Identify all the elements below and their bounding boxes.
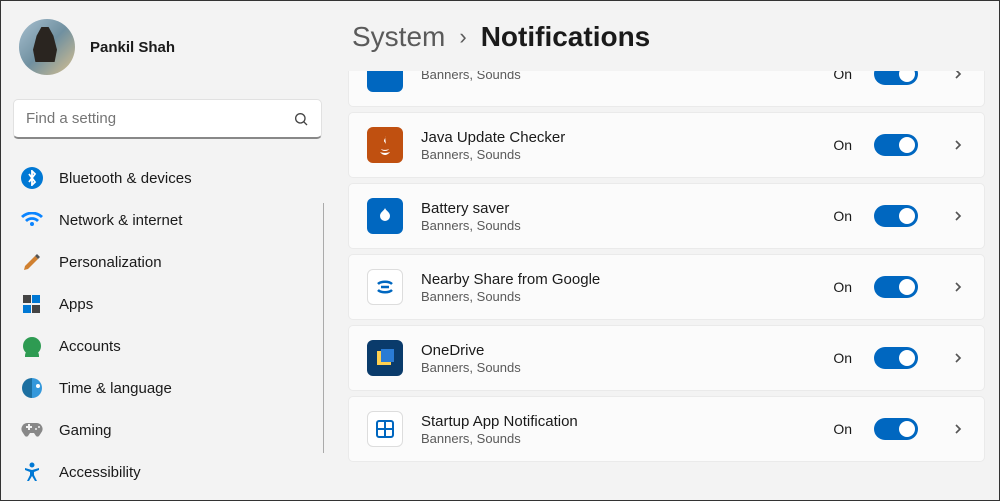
main-content: System › Notifications Banners, Sounds O… — [334, 1, 999, 500]
sidebar-item-label: Apps — [59, 296, 93, 313]
app-subtitle: Banners, Sounds — [421, 218, 815, 233]
chevron-right-icon — [950, 350, 966, 366]
sidebar-item-accessibility[interactable]: Accessibility — [7, 451, 328, 493]
app-title: Nearby Share from Google — [421, 271, 815, 288]
app-title: Battery saver — [421, 200, 815, 217]
globe-clock-icon — [21, 377, 43, 399]
wifi-icon — [21, 209, 43, 231]
toggle-status: On — [833, 350, 852, 366]
sidebar-item-bluetooth-devices[interactable]: Bluetooth & devices — [7, 157, 328, 199]
toggle-status: On — [833, 279, 852, 295]
scrollbar[interactable] — [323, 203, 324, 453]
brush-icon — [21, 251, 43, 273]
app-row[interactable]: Battery saver Banners, Sounds On — [348, 183, 985, 249]
chevron-right-icon — [950, 71, 966, 82]
app-row[interactable]: Banners, Sounds On — [348, 71, 985, 107]
sidebar-item-accounts[interactable]: Accounts — [7, 325, 328, 367]
startup-app-icon — [367, 411, 403, 447]
search-box[interactable] — [13, 99, 322, 139]
chevron-right-icon — [950, 421, 966, 437]
apps-icon — [21, 293, 43, 315]
person-icon — [21, 335, 43, 357]
breadcrumb-parent[interactable]: System — [352, 21, 445, 53]
onedrive-icon — [367, 340, 403, 376]
app-row[interactable]: Startup App Notification Banners, Sounds… — [348, 396, 985, 462]
sidebar-item-label: Personalization — [59, 254, 162, 271]
app-row[interactable]: Nearby Share from Google Banners, Sounds… — [348, 254, 985, 320]
toggle-switch[interactable] — [874, 205, 918, 227]
notifications-list: Banners, Sounds On Java Update Checker B… — [348, 71, 985, 500]
chevron-right-icon: › — [459, 24, 466, 50]
toggle-switch[interactable] — [874, 347, 918, 369]
gamepad-icon — [21, 419, 43, 441]
sidebar-item-personalization[interactable]: Personalization — [7, 241, 328, 283]
sidebar-item-time-language[interactable]: Time & language — [7, 367, 328, 409]
chevron-right-icon — [950, 279, 966, 295]
avatar — [19, 19, 75, 75]
app-title: Startup App Notification — [421, 413, 815, 430]
java-icon — [367, 127, 403, 163]
accessibility-icon — [21, 461, 43, 483]
search-input[interactable] — [26, 110, 293, 127]
sidebar-item-network-internet[interactable]: Network & internet — [7, 199, 328, 241]
breadcrumb: System › Notifications — [348, 21, 985, 53]
battery-saver-icon — [367, 198, 403, 234]
profile[interactable]: Pankil Shah — [1, 11, 334, 93]
breadcrumb-current: Notifications — [481, 21, 651, 53]
sidebar-item-label: Accounts — [59, 338, 121, 355]
nearby-share-icon — [367, 269, 403, 305]
sidebar-item-label: Time & language — [59, 380, 172, 397]
sidebar: Pankil Shah Bluetooth & devices Network … — [1, 1, 334, 500]
sidebar-item-label: Gaming — [59, 422, 112, 439]
sidebar-item-gaming[interactable]: Gaming — [7, 409, 328, 451]
app-subtitle: Banners, Sounds — [421, 360, 815, 375]
app-row[interactable]: OneDrive Banners, Sounds On — [348, 325, 985, 391]
sidebar-item-label: Bluetooth & devices — [59, 170, 192, 187]
username: Pankil Shah — [90, 39, 175, 56]
search-icon — [293, 111, 309, 127]
sidebar-item-label: Network & internet — [59, 212, 182, 229]
sidebar-item-apps[interactable]: Apps — [7, 283, 328, 325]
chevron-right-icon — [950, 137, 966, 153]
app-title: Java Update Checker — [421, 129, 815, 146]
chevron-right-icon — [950, 208, 966, 224]
app-icon — [367, 71, 403, 92]
toggle-switch[interactable] — [874, 71, 918, 85]
toggle-status: On — [833, 71, 852, 82]
toggle-status: On — [833, 421, 852, 437]
app-subtitle: Banners, Sounds — [421, 147, 815, 162]
app-row[interactable]: Java Update Checker Banners, Sounds On — [348, 112, 985, 178]
toggle-switch[interactable] — [874, 418, 918, 440]
app-subtitle: Banners, Sounds — [421, 289, 815, 304]
toggle-status: On — [833, 137, 852, 153]
app-subtitle: Banners, Sounds — [421, 431, 815, 446]
sidebar-item-label: Accessibility — [59, 464, 141, 481]
bluetooth-icon — [21, 167, 43, 189]
toggle-status: On — [833, 208, 852, 224]
toggle-switch[interactable] — [874, 134, 918, 156]
toggle-switch[interactable] — [874, 276, 918, 298]
app-title: OneDrive — [421, 342, 815, 359]
app-subtitle: Banners, Sounds — [421, 71, 815, 82]
nav: Bluetooth & devices Network & internet P… — [1, 157, 334, 493]
